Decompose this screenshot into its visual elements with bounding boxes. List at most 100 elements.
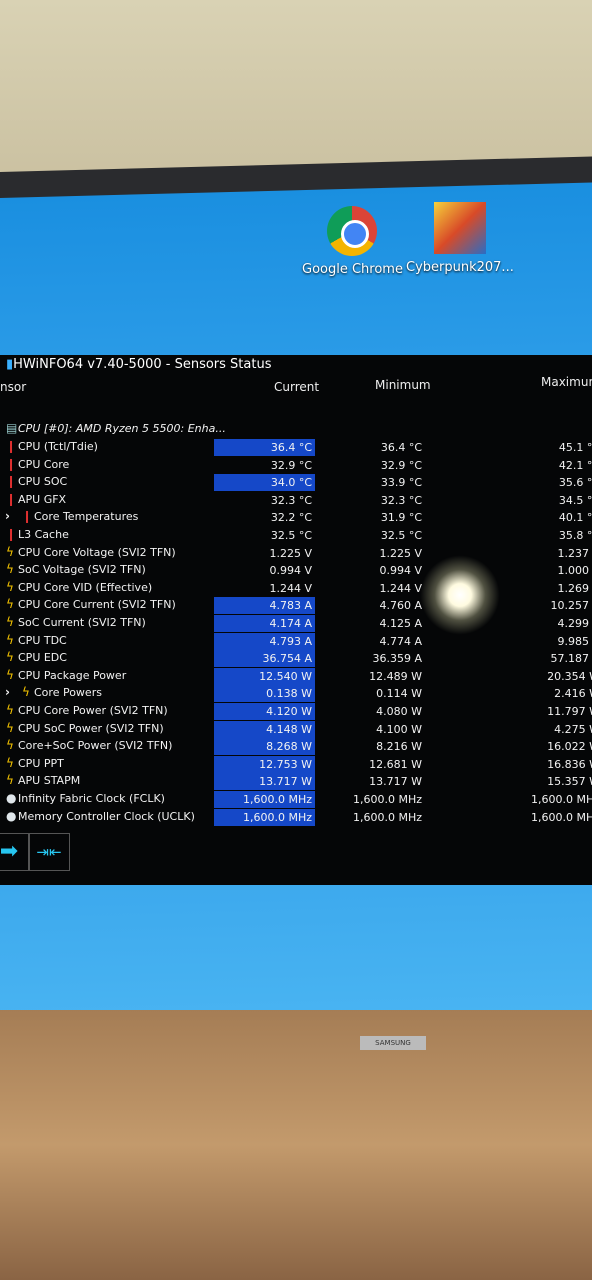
- current-value: 34.0 °C: [214, 474, 315, 492]
- minimum-value: 4.774 A: [379, 634, 422, 648]
- collapse-button[interactable]: ⇥⇤: [28, 833, 70, 871]
- column-header-current[interactable]: Current: [274, 380, 319, 394]
- sensor-row[interactable]: ϟ Core+SoC Power (SVI2 TFN) 8.268 W 8.216 W…: [0, 738, 592, 756]
- desktop-icon-label: Google Chrome: [302, 262, 403, 277]
- minimum-value: 33.9 °C: [380, 476, 422, 490]
- maximum-value: 40.1 °C: [558, 511, 592, 525]
- lightning-icon: ϟ: [22, 685, 30, 700]
- maximum-value: 16.836 W: [547, 757, 592, 771]
- sensor-label: SoC Current (SVI2 TFN): [18, 616, 146, 629]
- minimum-value: 4.125 A: [379, 617, 422, 630]
- column-header-minimum[interactable]: Minimum: [375, 378, 431, 392]
- minimum-value: 12.681 W: [369, 757, 422, 771]
- column-header-maximum[interactable]: Maximum: [541, 375, 592, 389]
- sensor-row[interactable]: › ❙Core Temperatures 32.2 °C 31.9 °C 40.1 °C: [0, 509, 592, 526]
- chip-icon: ▤: [6, 421, 18, 435]
- current-value: 1,600.0 MHz: [214, 808, 315, 826]
- sensor-label: CPU TDC: [18, 633, 67, 647]
- sensor-row[interactable]: ● Memory Controller Clock (UCLK) 1,600.0 M…: [0, 808, 592, 826]
- sensor-row[interactable]: ● Infinity Fabric Clock (FCLK) 1,600.0 MHz…: [0, 791, 592, 808]
- current-value: 4.783 A: [214, 597, 315, 615]
- minimum-value: 1.225 V: [379, 546, 422, 560]
- maximum-value: 35.6 °C: [558, 476, 592, 490]
- thermometer-icon: ❙: [6, 456, 17, 471]
- sensor-group-cpu[interactable]: ▤ CPU [#0]: AMD Ryzen 5 5500: Enha...: [0, 421, 592, 438]
- sensor-row[interactable]: ϟ CPU Core Current (SVI2 TFN) 4.783 A 4.760…: [0, 597, 592, 615]
- sensor-row[interactable]: ϟ CPU TDC 4.793 A 4.774 A 9.985 A: [0, 632, 592, 650]
- sensor-row[interactable]: ϟ CPU Core Power (SVI2 TFN) 4.120 W 4.080 W…: [0, 703, 592, 720]
- lightning-icon: ϟ: [6, 667, 14, 682]
- sensor-row[interactable]: ❙L3 Cache 32.5 °C 32.5 °C 35.8 °C: [0, 527, 592, 544]
- lightning-icon: ϟ: [6, 562, 14, 577]
- desktop-icon-chrome[interactable]: Google Chrome: [302, 206, 403, 277]
- sensor-label: Core+SoC Power (SVI2 TFN): [18, 739, 173, 753]
- sensor-row[interactable]: ϟ CPU Core Voltage (SVI2 TFN) 1.225 V 1.225…: [0, 545, 592, 562]
- sensor-row[interactable]: ϟ APU STAPM 13.717 W 13.717 W 15.357 W: [0, 773, 592, 791]
- sensor-label: CPU PPT: [18, 756, 64, 770]
- maximum-value: 35.8 °C: [558, 529, 592, 542]
- maximum-value: 1,600.0 MHz: [530, 793, 592, 806]
- minimum-value: 4.760 A: [379, 599, 422, 613]
- minimum-value: 13.717 W: [369, 775, 422, 789]
- sensor-row[interactable]: ϟ SoC Current (SVI2 TFN) 4.174 A 4.125 A 4.2…: [0, 615, 592, 632]
- thermometer-icon: ❙: [22, 509, 33, 524]
- minimum-value: 0.114 W: [376, 687, 422, 701]
- minimum-value: 1,600.0 MHz: [352, 810, 422, 824]
- lightning-icon: ϟ: [6, 720, 14, 735]
- maximum-value: 1,600.0 MHz: [530, 810, 592, 824]
- lightning-icon: ϟ: [6, 755, 14, 770]
- lightning-icon: ϟ: [6, 579, 14, 594]
- thermometer-icon: ❙: [6, 439, 17, 453]
- column-header-sensor[interactable]: nsor: [0, 380, 26, 394]
- minimum-value: 1,600.0 MHz: [352, 793, 422, 806]
- maximum-value: 4.299 A: [557, 617, 592, 630]
- current-value: 4.174 A: [214, 615, 315, 632]
- sensor-label: CPU Package Power: [18, 668, 127, 682]
- lightning-icon: ϟ: [6, 597, 14, 612]
- current-value: 0.138 W: [214, 685, 315, 703]
- sensor-row[interactable]: ❙CPU Core 32.9 °C 32.9 °C 42.1 °C: [0, 457, 592, 474]
- lightning-icon: ϟ: [6, 632, 14, 647]
- maximum-value: 42.1 °C: [558, 458, 592, 472]
- sensor-row[interactable]: ϟ CPU EDC 36.754 A 36.359 A 57.187 A: [0, 650, 592, 668]
- cyberpunk-game-icon: [433, 202, 486, 254]
- minimum-value: 36.4 °C: [380, 441, 422, 454]
- arrow-right-button[interactable]: ➡: [0, 833, 30, 871]
- current-value: 4.120 W: [214, 703, 315, 720]
- desktop-icon-cyberpunk[interactable]: Cyberpunk207...: [406, 202, 514, 275]
- current-value: 12.753 W: [214, 755, 315, 773]
- maximum-value: 15.357 W: [547, 775, 592, 789]
- maximum-value: 16.022 W: [547, 740, 592, 754]
- sensor-row[interactable]: ϟ CPU Package Power 12.540 W 12.489 W 20.354…: [0, 667, 592, 685]
- sensor-row[interactable]: ϟ CPU Core VID (Effective) 1.244 V 1.244 V1…: [0, 580, 592, 597]
- sensor-label: L3 Cache: [18, 528, 69, 541]
- sensor-row[interactable]: ϟ CPU SoC Power (SVI2 TFN) 4.148 W 4.100 W 4…: [0, 720, 592, 738]
- maximum-value: 45.1 °C: [558, 441, 592, 454]
- current-value: 4.793 A: [214, 632, 315, 650]
- sensor-row[interactable]: ❙CPU SOC 34.0 °C 33.9 °C 35.6 °C: [0, 474, 592, 492]
- current-value: 8.268 W: [214, 738, 315, 756]
- maximum-value: 4.275 W: [554, 722, 592, 736]
- maximum-value: 1.000 V: [557, 564, 592, 578]
- current-value: 1,600.0 MHz: [214, 791, 315, 808]
- maximum-value: 34.5 °C: [558, 493, 592, 507]
- expand-chevron-icon[interactable]: ›: [5, 685, 10, 699]
- sensor-row[interactable]: ϟ CPU PPT 12.753 W 12.681 W 16.836 W: [0, 755, 592, 773]
- sensor-row[interactable]: ❙APU GFX 32.3 °C 32.3 °C 34.5 °C: [0, 492, 592, 509]
- wooden-table: [0, 1010, 592, 1280]
- minimum-value: 32.5 °C: [380, 529, 422, 542]
- maximum-value: 57.187 A: [550, 652, 592, 666]
- window-title: ▮HWiNFO64 v7.40-5000 - Sensors Status: [6, 357, 272, 372]
- current-value: 0.994 V: [269, 564, 312, 578]
- current-value: 32.3 °C: [270, 493, 312, 507]
- thermometer-icon: ❙: [6, 491, 17, 506]
- sensor-row[interactable]: ❙CPU (Tctl/Tdie) 36.4 °C 36.4 °C 45.1 °C: [0, 439, 592, 456]
- minimum-value: 4.080 W: [376, 705, 422, 718]
- sensor-label: CPU Core VID (Effective): [18, 580, 153, 594]
- sensor-label: CPU Core: [18, 457, 70, 471]
- sensor-row[interactable]: ϟ SoC Voltage (SVI2 TFN) 0.994 V 0.994 V 1.0…: [0, 562, 592, 579]
- minimum-value: 32.3 °C: [380, 493, 422, 507]
- sensor-label: Core Powers: [34, 686, 102, 700]
- expand-chevron-icon[interactable]: ›: [5, 509, 10, 523]
- sensor-row[interactable]: › ϟ Core Powers 0.138 W 0.114 W 2.416 W: [0, 685, 592, 703]
